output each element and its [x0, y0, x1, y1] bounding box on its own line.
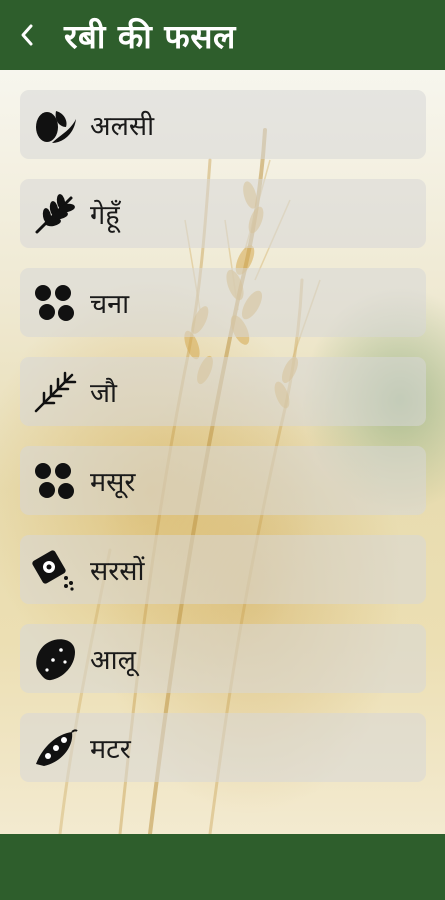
mustard-seed-packet-icon — [20, 535, 90, 604]
crop-item-alsi[interactable]: अलसी — [20, 90, 426, 159]
potato-icon — [20, 624, 90, 693]
crop-item-masoor[interactable]: मसूर — [20, 446, 426, 515]
crop-label: मटर — [90, 734, 131, 765]
flaxseed-icon — [20, 90, 90, 159]
crop-label: गेहूँ — [90, 200, 120, 231]
barley-icon — [20, 357, 90, 426]
crop-label: अलसी — [90, 111, 155, 142]
crop-label: चना — [90, 289, 130, 320]
lentil-icon — [20, 446, 90, 515]
bottom-bar — [0, 834, 445, 900]
chevron-left-icon — [21, 24, 33, 46]
pea-pod-icon — [20, 713, 90, 782]
back-button[interactable] — [0, 0, 54, 70]
crop-item-aloo[interactable]: आलू — [20, 624, 426, 693]
page-title: रबी की फसल — [64, 16, 236, 56]
crop-item-matar[interactable]: मटर — [20, 713, 426, 782]
crop-item-jau[interactable]: जौ — [20, 357, 426, 426]
crop-list: अलसी गेहूँ चना जौ मसूर सरसों आलू मटर — [20, 90, 426, 802]
app-bar: रबी की फसल — [0, 0, 445, 70]
crop-label: आलू — [90, 645, 136, 676]
crop-item-gehun[interactable]: गेहूँ — [20, 179, 426, 248]
crop-label: मसूर — [90, 467, 136, 498]
wheat-ear-icon — [20, 179, 90, 248]
chickpea-icon — [20, 268, 90, 337]
crop-item-chana[interactable]: चना — [20, 268, 426, 337]
crop-list-area[interactable]: अलसी गेहूँ चना जौ मसूर सरसों आलू मटर — [0, 70, 445, 834]
crop-item-sarson[interactable]: सरसों — [20, 535, 426, 604]
crop-label: जौ — [90, 378, 118, 409]
crop-label: सरसों — [90, 556, 145, 587]
